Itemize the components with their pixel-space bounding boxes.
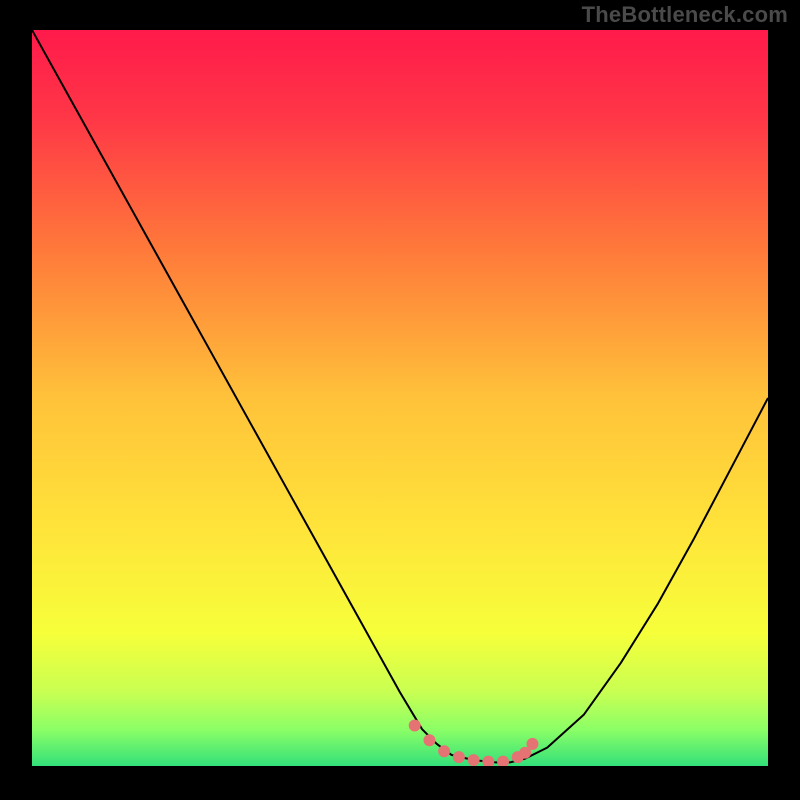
- plot-area: [32, 30, 768, 766]
- chart-frame: TheBottleneck.com: [0, 0, 800, 800]
- watermark-text: TheBottleneck.com: [582, 2, 788, 28]
- highlight-dot: [526, 738, 538, 750]
- chart-svg: [32, 30, 768, 766]
- highlight-dot: [453, 751, 465, 763]
- highlight-dot: [438, 745, 450, 757]
- highlight-dot: [423, 734, 435, 746]
- highlight-dot: [468, 754, 480, 766]
- gradient-background: [32, 30, 768, 766]
- highlight-dot: [409, 720, 421, 732]
